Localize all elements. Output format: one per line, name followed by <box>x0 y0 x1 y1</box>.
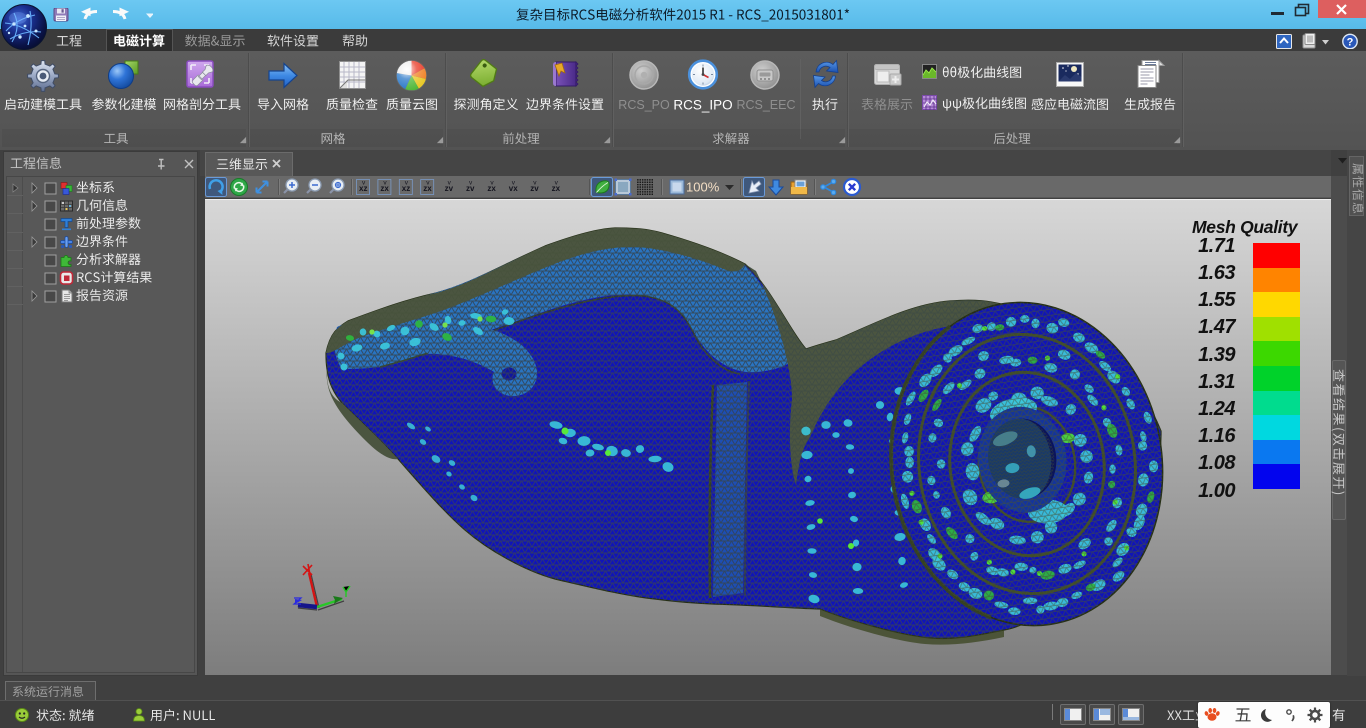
svg-text:?: ? <box>1347 37 1354 49</box>
svg-text:100%: 100% <box>686 180 720 195</box>
